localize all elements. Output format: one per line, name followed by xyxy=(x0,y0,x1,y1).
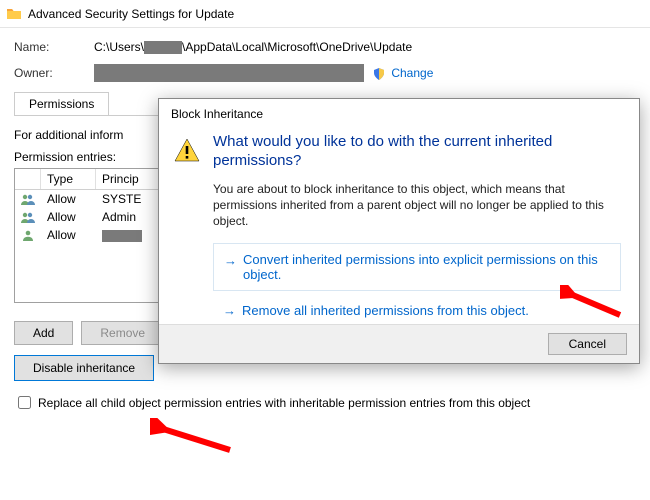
change-owner-link[interactable]: Change xyxy=(372,66,433,81)
name-label: Name: xyxy=(14,40,94,54)
arrow-right-icon: → xyxy=(223,303,236,318)
col-type[interactable]: Type xyxy=(41,169,96,189)
tab-permissions[interactable]: Permissions xyxy=(14,92,109,115)
add-button[interactable]: Add xyxy=(14,321,73,345)
disable-inheritance-button[interactable]: Disable inheritance xyxy=(14,355,154,381)
owner-label: Owner: xyxy=(14,66,94,80)
option-remove[interactable]: → Remove all inherited permissions from … xyxy=(213,297,621,320)
cancel-button[interactable]: Cancel xyxy=(548,333,627,355)
annotation-arrow xyxy=(150,418,240,458)
replace-children-label: Replace all child object permission entr… xyxy=(38,396,530,410)
dialog-body-text: You are about to block inheritance to th… xyxy=(213,181,621,230)
folder-icon xyxy=(6,6,22,22)
dialog-title: Block Inheritance xyxy=(159,99,639,125)
object-path: C:\Users\\AppData\Local\Microsoft\OneDri… xyxy=(94,40,412,54)
dialog-question: What would you like to do with the curre… xyxy=(213,133,621,171)
owner-value-redacted xyxy=(94,64,364,82)
block-inheritance-dialog: Block Inheritance What would you like to… xyxy=(158,98,640,364)
window-titlebar: Advanced Security Settings for Update xyxy=(0,0,650,28)
shield-icon xyxy=(372,67,386,81)
arrow-right-icon: → xyxy=(224,252,237,268)
group-icon xyxy=(15,193,41,205)
warning-icon xyxy=(173,133,201,320)
option-convert[interactable]: → Convert inherited permissions into exp… xyxy=(213,243,621,291)
redacted-user xyxy=(144,41,182,54)
user-icon xyxy=(15,229,41,241)
redacted-principal xyxy=(102,230,142,242)
remove-button[interactable]: Remove xyxy=(81,321,164,345)
group-icon xyxy=(15,211,41,223)
window-title: Advanced Security Settings for Update xyxy=(28,7,234,21)
replace-children-checkbox[interactable] xyxy=(18,396,31,409)
